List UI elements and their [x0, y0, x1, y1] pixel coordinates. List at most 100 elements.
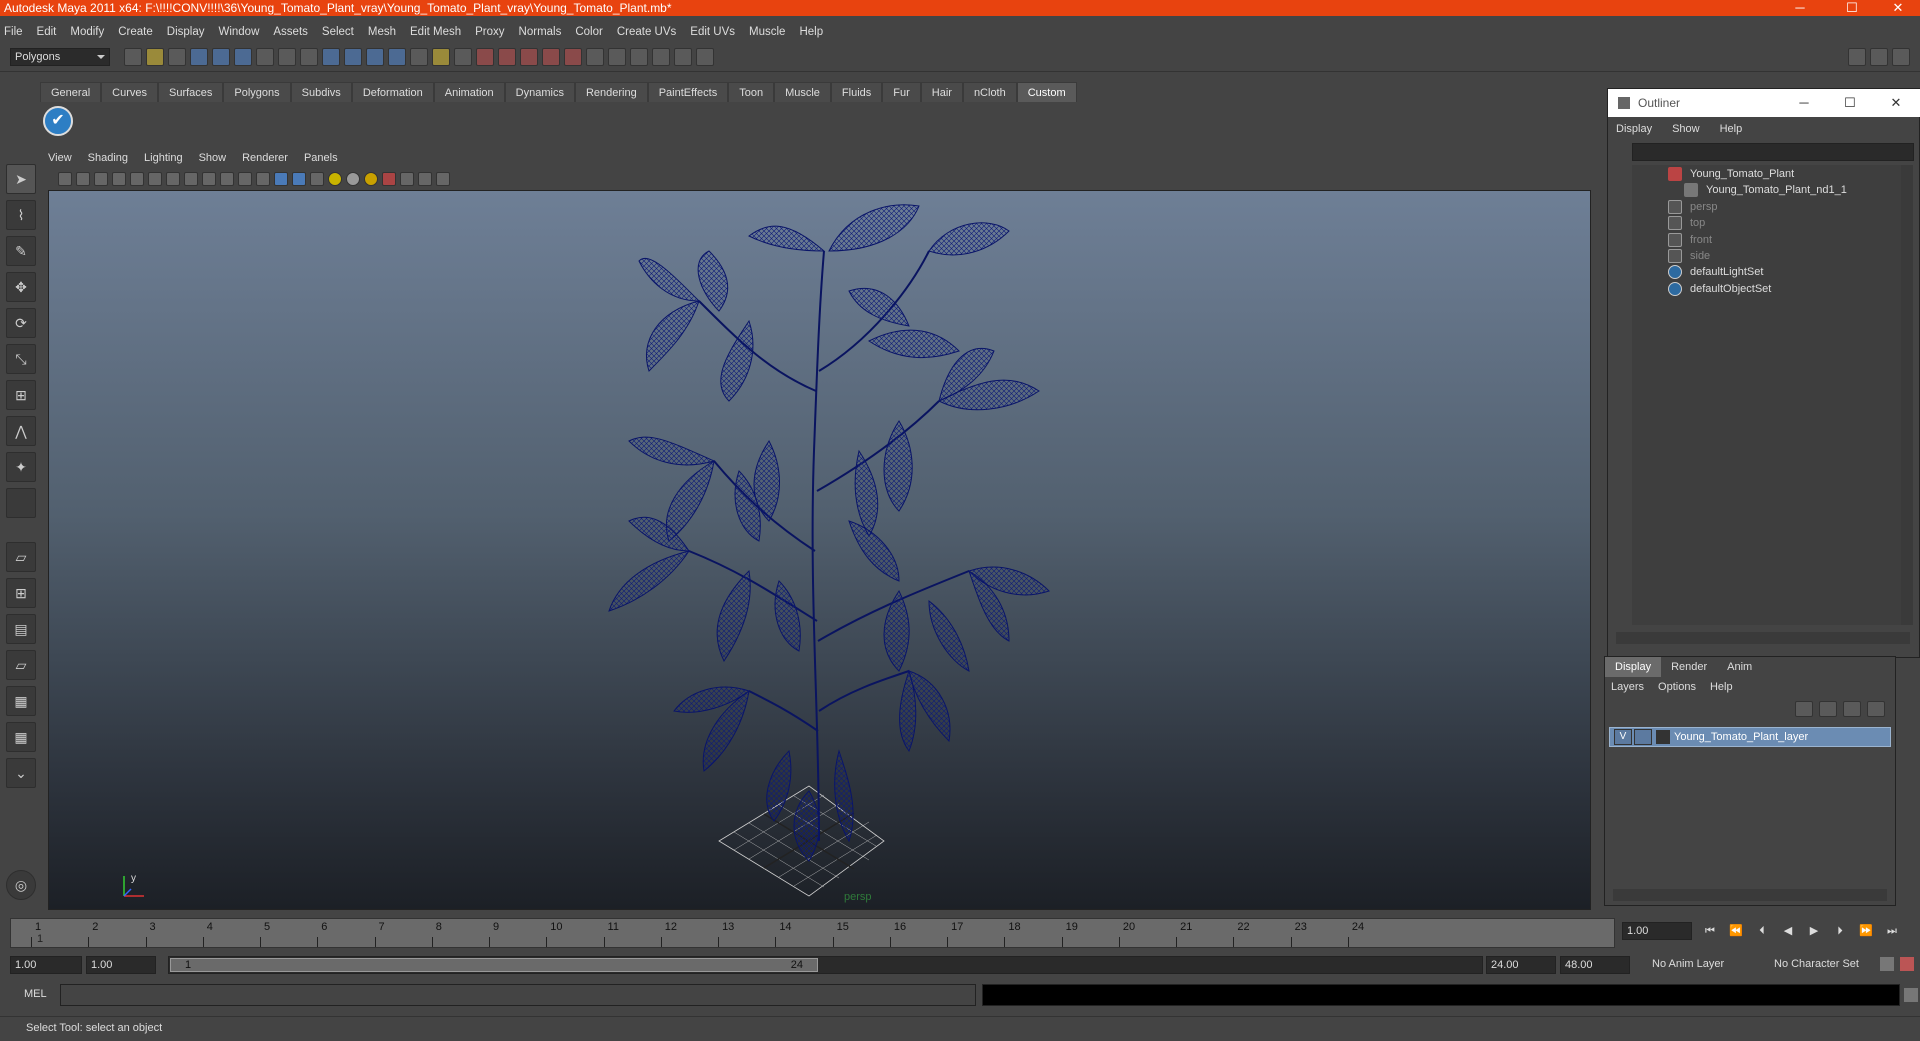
render-view-icon[interactable] [454, 48, 472, 66]
attribute-editor-toggle-icon[interactable] [652, 48, 670, 66]
move-layer-up-icon[interactable] [1795, 701, 1813, 717]
lasso-tool-icon[interactable]: ⌇ [6, 200, 36, 230]
scale-tool-icon[interactable]: ⤡ [6, 344, 36, 374]
start-time-field[interactable]: 1.00 [10, 956, 82, 974]
menu-edit-uvs[interactable]: Edit UVs [690, 26, 735, 38]
step-forward-key-icon[interactable]: ⏵ [1830, 922, 1850, 940]
panel-menu-panels[interactable]: Panels [304, 152, 338, 170]
snap-grid-icon[interactable] [256, 48, 274, 66]
menu-create-uvs[interactable]: Create UVs [617, 26, 676, 38]
paint-select-tool-icon[interactable]: ✎ [6, 236, 36, 266]
grid-toggle-icon[interactable] [130, 172, 144, 186]
command-input[interactable] [60, 984, 976, 1006]
shelf-tab-hair[interactable]: Hair [920, 82, 963, 102]
select-tool-icon[interactable]: ➤ [6, 164, 36, 194]
outliner-item[interactable]: Young_Tomato_Plant [1668, 165, 1794, 183]
select-component-icon[interactable] [234, 48, 252, 66]
play-backwards-icon[interactable]: ◀ [1778, 922, 1798, 940]
menu-proxy[interactable]: Proxy [475, 26, 504, 38]
time-slider[interactable]: 1 1 2 3 4 5 6 7 8 9 10 11 12 13 14 15 16 17 18 19 20 21 22 23 2… [10, 918, 1615, 948]
menu-normals[interactable]: Normals [519, 26, 562, 38]
attribute-editor-icon[interactable] [1848, 48, 1866, 66]
persp-graph-hypergraph-layout-icon[interactable]: ▦ [6, 722, 36, 752]
layer-menu-layers[interactable]: Layers [1611, 681, 1644, 693]
menu-muscle[interactable]: Muscle [749, 26, 785, 38]
layer-menu-help[interactable]: Help [1710, 681, 1733, 693]
menu-modify[interactable]: Modify [70, 26, 104, 38]
camera-attributes-icon[interactable] [76, 172, 90, 186]
quick-layout-icon[interactable]: ◎ [6, 870, 36, 900]
create-empty-layer-icon[interactable] [1843, 701, 1861, 717]
close-icon[interactable]: ✕ [1878, 0, 1918, 16]
menu-assets[interactable]: Assets [273, 26, 308, 38]
wireframe-on-shaded-icon[interactable] [292, 172, 306, 186]
persp-outliner-layout-icon[interactable]: ▤ [6, 614, 36, 644]
lock-icon[interactable] [432, 48, 450, 66]
save-scene-icon[interactable] [168, 48, 186, 66]
camera-select-icon[interactable] [58, 172, 72, 186]
shelf-tab-animation[interactable]: Animation [433, 82, 505, 102]
image-plane-icon[interactable] [112, 172, 126, 186]
new-scene-icon[interactable] [124, 48, 142, 66]
outliner-item[interactable]: defaultObjectSet [1668, 280, 1771, 298]
shelf-tab-fluids[interactable]: Fluids [830, 82, 883, 102]
step-forward-frame-icon[interactable]: ⏩ [1856, 922, 1876, 940]
menu-edit[interactable]: Edit [37, 26, 57, 38]
select-hierarchy-icon[interactable] [190, 48, 208, 66]
auto-key-icon[interactable] [1880, 957, 1894, 971]
film-gate-icon[interactable] [148, 172, 162, 186]
menu-color[interactable]: Color [575, 26, 602, 38]
menu-help[interactable]: Help [799, 26, 823, 38]
safe-action-icon[interactable] [220, 172, 234, 186]
panel-menu-lighting[interactable]: Lighting [144, 152, 183, 170]
minimize-icon[interactable]: ─ [1780, 0, 1820, 16]
perspective-viewport[interactable]: y x persp [48, 190, 1591, 910]
move-tool-icon[interactable]: ✥ [6, 272, 36, 302]
layer-playback-toggle[interactable] [1634, 729, 1652, 745]
character-set-dropdown[interactable]: No Character Set [1770, 956, 1880, 974]
safe-title-icon[interactable] [238, 172, 252, 186]
make-live-icon[interactable] [344, 48, 362, 66]
end-time-field[interactable]: 48.00 [1560, 956, 1630, 974]
more-layouts-icon[interactable]: ⌄ [6, 758, 36, 788]
panel-menu-renderer[interactable]: Renderer [242, 152, 288, 170]
script-editor-icon[interactable] [1904, 988, 1918, 1002]
outliner-item[interactable]: front [1668, 231, 1712, 249]
wireframe-icon[interactable] [256, 172, 270, 186]
shelf-tab-general[interactable]: General [40, 82, 102, 102]
anim-layer-dropdown[interactable]: No Anim Layer [1648, 956, 1758, 974]
go-to-end-icon[interactable]: ⏭ [1882, 922, 1902, 940]
layer-tab-render[interactable]: Render [1661, 657, 1717, 677]
rotate-tool-icon[interactable]: ⟳ [6, 308, 36, 338]
camera-toggle-icon[interactable] [608, 48, 626, 66]
show-manipulator-icon[interactable]: ✦ [6, 452, 36, 482]
current-frame-field[interactable]: 1.00 [1622, 922, 1692, 940]
input-box-icon[interactable] [586, 48, 604, 66]
open-scene-icon[interactable] [146, 48, 164, 66]
hypershade-icon[interactable] [542, 48, 560, 66]
outliner-horizontal-scrollbar[interactable] [1616, 632, 1910, 644]
use-all-lights-icon[interactable] [328, 172, 342, 186]
tool-settings-toggle-icon[interactable] [674, 48, 692, 66]
create-layer-from-selected-icon[interactable] [1867, 701, 1885, 717]
single-perspective-layout-icon[interactable]: ▱ [6, 542, 36, 572]
last-tool-icon[interactable] [6, 488, 36, 518]
shelf-tab-dynamics[interactable]: Dynamics [504, 82, 575, 102]
soft-modification-icon[interactable]: ⋀ [6, 416, 36, 446]
snap-point-icon[interactable] [300, 48, 318, 66]
maximize-icon[interactable]: ☐ [1832, 0, 1872, 16]
outliner-close-icon[interactable]: ✕ [1876, 89, 1916, 117]
outliner-menu-help[interactable]: Help [1720, 123, 1743, 135]
outliner-item[interactable]: Young_Tomato_Plant_nd1_1 [1684, 181, 1847, 199]
help-icon[interactable] [410, 48, 428, 66]
menu-edit-mesh[interactable]: Edit Mesh [410, 26, 461, 38]
xray-icon[interactable] [400, 172, 414, 186]
menu-mesh[interactable]: Mesh [368, 26, 396, 38]
textured-icon[interactable] [310, 172, 324, 186]
menu-file[interactable]: File [4, 26, 23, 38]
shelf-tab-custom[interactable]: Custom [1016, 82, 1077, 102]
step-back-frame-icon[interactable]: ⏪ [1726, 922, 1746, 940]
outliner-menu-display[interactable]: Display [1616, 123, 1652, 135]
outliner-vertical-scrollbar[interactable] [1901, 165, 1913, 625]
resolution-gate-icon[interactable] [166, 172, 180, 186]
